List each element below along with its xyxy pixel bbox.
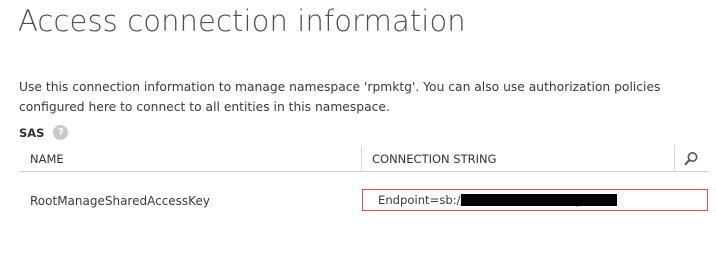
sas-section-label: SAS ? bbox=[19, 125, 69, 140]
search-icon bbox=[684, 152, 698, 166]
column-header-name: NAME bbox=[30, 152, 64, 166]
page-title: Access connection information bbox=[18, 4, 466, 38]
connection-string-field[interactable]: Endpoint=sb://r /;SharedAccessKey bbox=[362, 189, 708, 211]
table-header: NAME CONNECTION STRING bbox=[19, 145, 709, 172]
search-button[interactable] bbox=[674, 145, 710, 171]
question-circle-icon[interactable]: ? bbox=[53, 125, 69, 140]
redaction-bar bbox=[461, 194, 617, 206]
column-header-connection-string-label: CONNECTION STRING bbox=[372, 152, 497, 166]
column-header-connection-string: CONNECTION STRING bbox=[361, 145, 497, 171]
policy-name[interactable]: RootManageSharedAccessKey bbox=[30, 194, 210, 208]
description-text: Use this connection information to manag… bbox=[19, 80, 661, 114]
table-row[interactable]: RootManageSharedAccessKey Endpoint=sb://… bbox=[19, 187, 709, 215]
sas-label-text: SAS bbox=[19, 125, 45, 140]
